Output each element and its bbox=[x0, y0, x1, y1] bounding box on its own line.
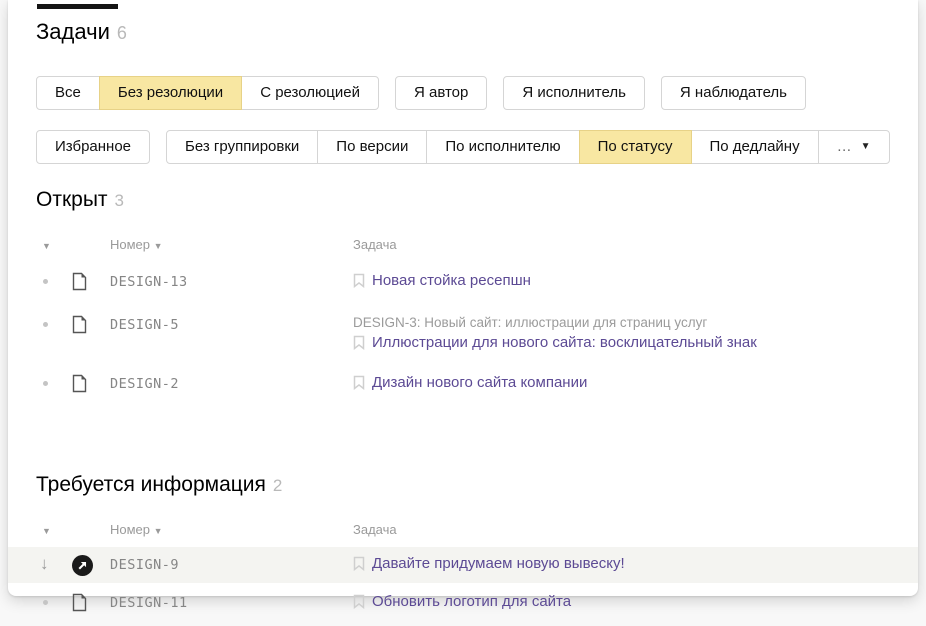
priority-dot-icon bbox=[43, 381, 48, 386]
row-indicator-cell bbox=[36, 373, 72, 391]
issue-title-link[interactable]: Давайте придумаем новую вывеску! bbox=[372, 554, 625, 573]
bookmark-icon[interactable] bbox=[353, 556, 365, 576]
task-type-icon bbox=[72, 271, 110, 296]
resolution-filter-group: Все Без резолюции С резолюцией bbox=[36, 76, 379, 110]
column-header-number[interactable]: Номер ▼ bbox=[110, 236, 353, 255]
group-none-button[interactable]: Без группировки bbox=[166, 130, 318, 164]
table-row[interactable]: DESIGN-2 Дизайн нового сайта компании bbox=[36, 364, 890, 407]
active-tab-indicator bbox=[37, 4, 118, 9]
filter-i-assignee-button[interactable]: Я исполнитель bbox=[503, 76, 645, 110]
page-title-text: Задачи bbox=[36, 19, 110, 44]
section-open-rows: DESIGN-13 Новая стойка ресепшн DESIGN-5 … bbox=[36, 262, 890, 407]
row-indicator-cell bbox=[36, 314, 72, 332]
tasks-count-badge: 6 bbox=[117, 23, 127, 43]
table-header: ▼ Номер ▼ Задача bbox=[36, 236, 890, 255]
column-header-task: Задача bbox=[353, 236, 890, 254]
filter-all-button[interactable]: Все bbox=[36, 76, 100, 110]
section-info-rows: ↓ DESIGN-9 Давайте придумаем новую вывес… bbox=[36, 547, 890, 626]
section-info-title-text: Требуется информация bbox=[36, 473, 266, 496]
section-info-title: Требуется информация 2 bbox=[36, 471, 890, 500]
table-header: ▼ Номер ▼ Задача bbox=[36, 521, 890, 540]
filter-i-author-button[interactable]: Я автор bbox=[395, 76, 487, 110]
section-info-count: 2 bbox=[273, 476, 282, 495]
priority-dot-icon bbox=[43, 322, 48, 327]
sort-triangle-icon: ▼ bbox=[42, 241, 51, 251]
priority-dot-icon bbox=[43, 279, 48, 284]
filter-with-resolution-button[interactable]: С резолюцией bbox=[241, 76, 379, 110]
issue-key-link[interactable]: DESIGN-5 bbox=[110, 317, 179, 333]
table-row[interactable]: DESIGN-13 Новая стойка ресепшн bbox=[36, 262, 890, 305]
section-open-title: Открыт 3 bbox=[36, 186, 890, 215]
column-number-label: Номер bbox=[110, 522, 150, 537]
priority-down-icon: ↓ bbox=[40, 554, 49, 574]
grouping-filter-row: Избранное Без группировки По версии По и… bbox=[36, 130, 890, 164]
dropdown-caret-icon: ▼ bbox=[861, 142, 871, 152]
priority-dot-icon bbox=[43, 600, 48, 605]
issue-title-link[interactable]: Новая стойка ресепшн bbox=[372, 271, 531, 290]
issue-key-link[interactable]: DESIGN-2 bbox=[110, 376, 179, 392]
row-indicator-cell bbox=[36, 592, 72, 610]
bulk-select-dropdown[interactable]: ▼ bbox=[36, 521, 72, 540]
bookmark-icon[interactable] bbox=[353, 594, 365, 614]
task-type-icon bbox=[72, 314, 110, 339]
filter-no-resolution-button[interactable]: Без резолюции bbox=[99, 76, 242, 110]
resolution-filter-row: Все Без резолюции С резолюцией Я автор Я… bbox=[36, 76, 890, 110]
column-number-label: Номер bbox=[110, 237, 150, 252]
page-title: Задачи 6 bbox=[36, 19, 890, 46]
group-more-button[interactable]: …▼ bbox=[818, 130, 890, 164]
section-open-title-text: Открыт bbox=[36, 188, 108, 211]
grouping-group: Без группировки По версии По исполнителю… bbox=[166, 130, 889, 164]
group-by-deadline-button[interactable]: По дедлайну bbox=[691, 130, 819, 164]
more-label: … bbox=[837, 131, 852, 163]
issue-title-link[interactable]: Дизайн нового сайта компании bbox=[372, 373, 587, 392]
table-row[interactable]: DESIGN-5 DESIGN-3: Новый сайт: иллюстрац… bbox=[36, 305, 890, 364]
bulk-select-dropdown[interactable]: ▼ bbox=[36, 236, 72, 255]
column-header-task: Задача bbox=[353, 521, 890, 539]
sort-triangle-icon: ▼ bbox=[154, 241, 163, 251]
column-task-label: Задача bbox=[353, 237, 397, 252]
bookmark-icon[interactable] bbox=[353, 375, 365, 395]
group-by-status-button[interactable]: По статусу bbox=[579, 130, 692, 164]
avatar-icon bbox=[72, 555, 93, 576]
column-header-number[interactable]: Номер ▼ bbox=[110, 521, 353, 540]
filter-i-follower-button[interactable]: Я наблюдатель bbox=[661, 76, 806, 110]
column-task-label: Задача bbox=[353, 522, 397, 537]
issue-key-link[interactable]: DESIGN-13 bbox=[110, 274, 188, 290]
table-row[interactable]: DESIGN-11 Обновить логотип для сайта bbox=[36, 583, 890, 626]
task-type-icon bbox=[72, 592, 110, 617]
sort-triangle-icon: ▼ bbox=[154, 526, 163, 536]
issue-title-link[interactable]: Иллюстрации для нового сайта: восклицате… bbox=[372, 333, 757, 352]
parent-issue-label: DESIGN-3: Новый сайт: иллюстрации для ст… bbox=[353, 314, 890, 331]
section-open-count: 3 bbox=[115, 191, 124, 210]
tasks-card: Задачи 6 Все Без резолюции С резолюцией Я… bbox=[8, 0, 918, 596]
bookmark-icon[interactable] bbox=[353, 273, 365, 293]
issue-title-link[interactable]: Обновить логотип для сайта bbox=[372, 592, 571, 611]
issue-key-link[interactable]: DESIGN-9 bbox=[110, 557, 179, 573]
table-row-highlighted[interactable]: ↓ DESIGN-9 Давайте придумаем новую вывес… bbox=[8, 547, 918, 583]
group-by-assignee-button[interactable]: По исполнителю bbox=[426, 130, 579, 164]
group-by-version-button[interactable]: По версии bbox=[317, 130, 427, 164]
row-indicator-cell bbox=[36, 271, 72, 289]
issue-key-link[interactable]: DESIGN-11 bbox=[110, 595, 188, 611]
bookmark-icon[interactable] bbox=[353, 335, 365, 355]
assignee-avatar bbox=[72, 554, 110, 576]
sort-triangle-icon: ▼ bbox=[42, 526, 51, 536]
favorites-button[interactable]: Избранное bbox=[36, 130, 150, 164]
row-indicator-cell: ↓ bbox=[36, 554, 72, 574]
task-type-icon bbox=[72, 373, 110, 398]
